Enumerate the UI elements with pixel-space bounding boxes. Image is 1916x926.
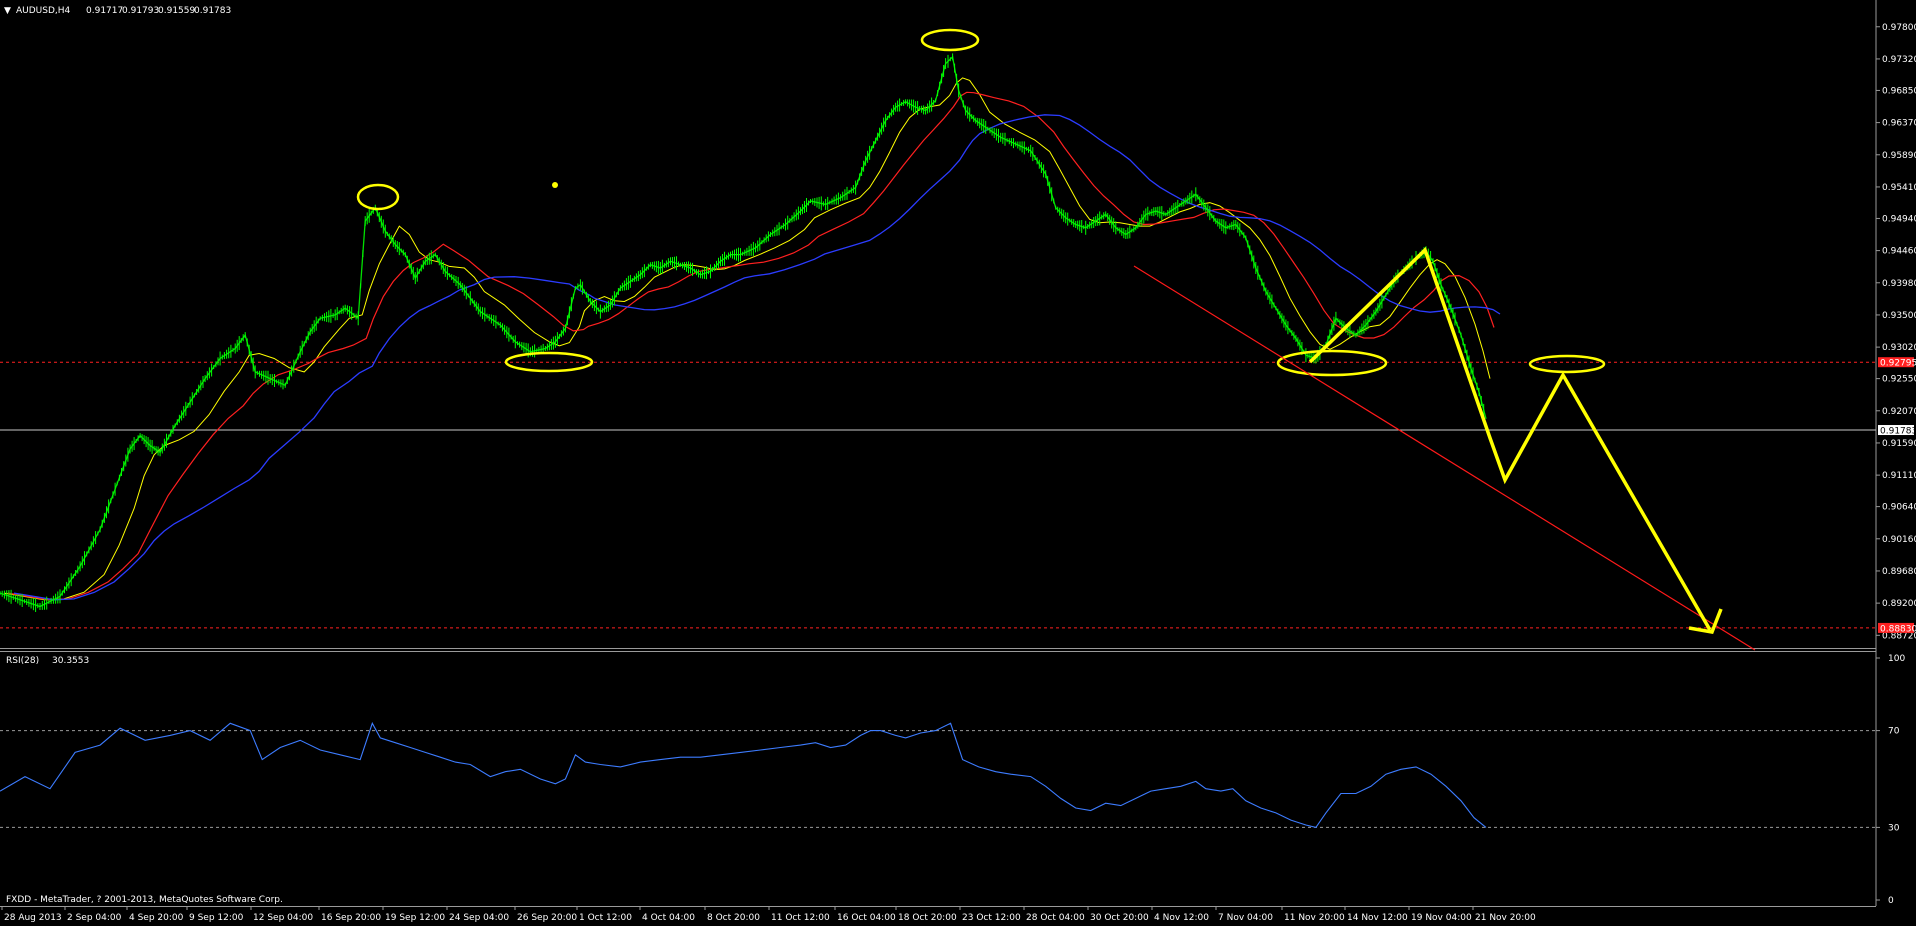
y-tick-label: 0.89200 [1882, 599, 1916, 609]
x-tick-label: 19 Sep 12:00 [385, 913, 445, 923]
y-tick-label: 0.95410 [1882, 183, 1916, 193]
rsi-tick-label: 100 [1888, 654, 1905, 664]
chart-window[interactable]: ▼ AUDUSD,H4 0.91717 0.91793 0.91559 0.91… [0, 0, 1916, 926]
y-tick-label: 0.97800 [1882, 23, 1916, 33]
price-chart-svg[interactable]: ▼ AUDUSD,H4 0.91717 0.91793 0.91559 0.91… [0, 0, 1916, 926]
rsi-pane[interactable] [0, 651, 1876, 906]
rsi-tick-label: 30 [1888, 823, 1900, 833]
rsi-value: 30.3553 [52, 656, 89, 666]
copyright-text: FXDD - MetaTrader, ? 2001-2013, MetaQuot… [6, 895, 283, 905]
x-tick-label: 19 Nov 04:00 [1411, 913, 1472, 923]
y-tick-label: 0.97320 [1882, 55, 1916, 65]
y-tick-label: 0.91110 [1882, 471, 1916, 481]
x-tick-label: 12 Sep 04:00 [253, 913, 313, 923]
y-tick-label: 0.96850 [1882, 86, 1916, 96]
annotation-dot [552, 182, 558, 188]
price-tag-label: 0.88830 [1880, 624, 1916, 634]
x-tick-label: 4 Sep 20:00 [129, 913, 184, 923]
x-tick-label: 9 Sep 12:00 [189, 913, 244, 923]
x-tick-label: 11 Nov 20:00 [1284, 913, 1345, 923]
main-pane[interactable] [0, 0, 1876, 650]
y-tick-label: 0.92070 [1882, 407, 1916, 417]
x-tick-label: 11 Oct 12:00 [771, 913, 830, 923]
y-tick-label: 0.94460 [1882, 247, 1916, 257]
y-tick-label: 0.93020 [1882, 343, 1916, 353]
price-tag-label: 0.92795 [1880, 359, 1916, 369]
x-tick-label: 23 Oct 12:00 [962, 913, 1021, 923]
symbol-dropdown-icon[interactable]: ▼ [4, 6, 11, 16]
ohlc-close: 0.91783 [194, 6, 231, 16]
y-tick-label: 0.93980 [1882, 279, 1916, 289]
y-tick-label: 0.90640 [1882, 503, 1916, 513]
ohlc-low: 0.91559 [158, 6, 195, 16]
x-tick-label: 2 Sep 04:00 [67, 913, 122, 923]
y-tick-label: 0.89680 [1882, 567, 1916, 577]
y-tick-label: 0.92550 [1882, 375, 1916, 385]
x-tick-label: 1 Oct 12:00 [579, 913, 632, 923]
rsi-tick-label: 70 [1888, 727, 1900, 737]
x-tick-label: 16 Oct 04:00 [837, 913, 896, 923]
x-tick-label: 4 Oct 04:00 [642, 913, 695, 923]
x-tick-label: 24 Sep 04:00 [449, 913, 509, 923]
y-tick-label: 0.90160 [1882, 535, 1916, 545]
x-tick-label: 30 Oct 20:00 [1090, 913, 1149, 923]
rsi-tick-label: 0 [1888, 896, 1894, 906]
ohlc-open: 0.91717 [86, 6, 123, 16]
x-tick-label: 21 Nov 20:00 [1475, 913, 1536, 923]
y-tick-label: 0.94940 [1882, 214, 1916, 224]
y-tick-label: 0.95890 [1882, 151, 1916, 161]
x-tick-label: 28 Oct 04:00 [1026, 913, 1085, 923]
x-tick-label: 26 Sep 20:00 [517, 913, 577, 923]
x-tick-label: 8 Oct 20:00 [707, 913, 760, 923]
y-tick-label: 0.96370 [1882, 119, 1916, 129]
x-tick-label: 28 Aug 2013 [4, 913, 62, 923]
x-tick-label: 14 Nov 12:00 [1347, 913, 1408, 923]
price-tag-label: 0.91783 [1880, 427, 1916, 437]
y-tick-label: 0.93500 [1882, 311, 1916, 321]
rsi-label: RSI(28) [6, 656, 39, 666]
x-tick-label: 16 Sep 20:00 [321, 913, 381, 923]
y-tick-label: 0.91590 [1882, 439, 1916, 449]
x-tick-label: 18 Oct 20:00 [898, 913, 957, 923]
ohlc-high: 0.91793 [122, 6, 159, 16]
x-tick-label: 7 Nov 04:00 [1218, 913, 1273, 923]
instrument-label: AUDUSD,H4 [16, 6, 71, 16]
x-tick-label: 4 Nov 12:00 [1154, 913, 1209, 923]
